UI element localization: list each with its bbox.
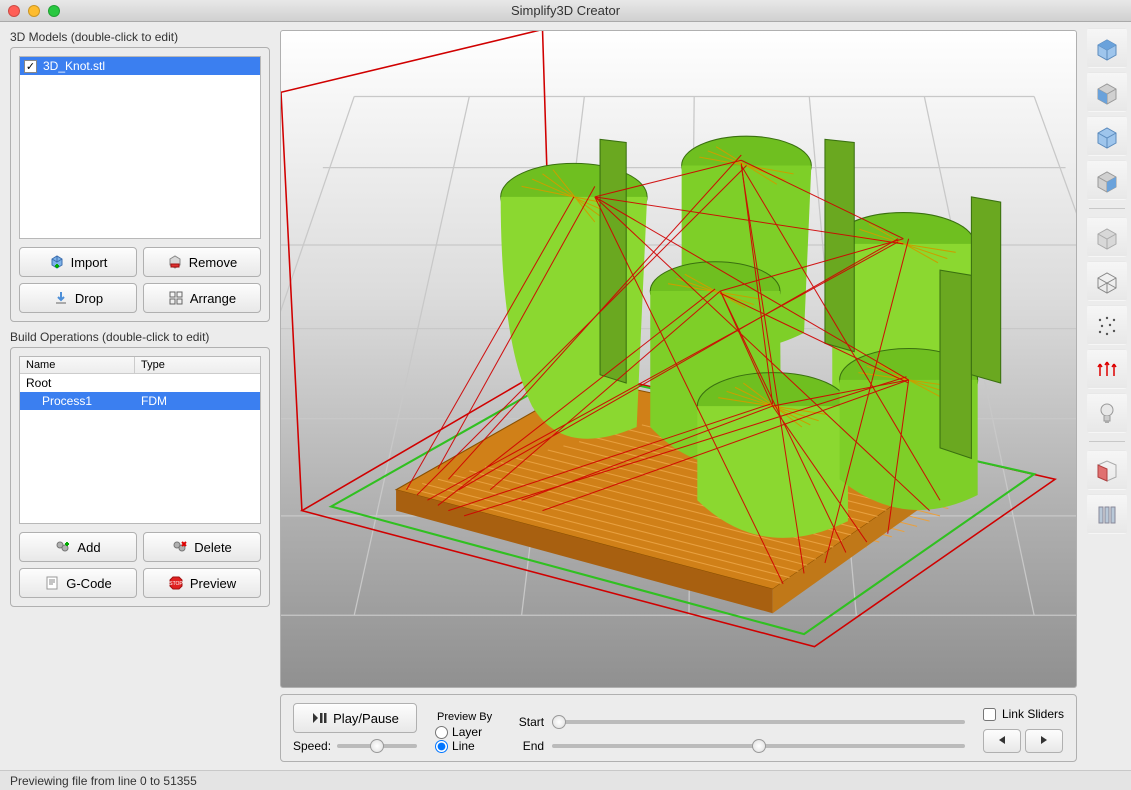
- window-titlebar: Simplify3D Creator: [0, 0, 1131, 22]
- import-icon: [49, 254, 65, 270]
- ops-column-type[interactable]: Type: [135, 357, 260, 373]
- lighting-button[interactable]: [1087, 393, 1127, 433]
- machine-icon: [1092, 499, 1122, 529]
- preview-by-label: Preview By: [437, 711, 492, 723]
- view-solid-icon: [1092, 222, 1122, 252]
- triangle-left-icon: [996, 734, 1008, 749]
- start-label: Start: [510, 715, 544, 729]
- models-listbox[interactable]: ✓ 3D_Knot.stl: [19, 56, 261, 239]
- build-ops-panel-label: Build Operations (double-click to edit): [10, 330, 270, 344]
- models-panel-label: 3D Models (double-click to edit): [10, 30, 270, 44]
- view-solid-button[interactable]: [1087, 217, 1127, 257]
- view-side-button[interactable]: [1087, 160, 1127, 200]
- window-minimize-button[interactable]: [28, 5, 40, 17]
- arrange-icon: [168, 290, 184, 306]
- end-slider[interactable]: [552, 744, 965, 748]
- ops-row-process[interactable]: Process1 FDM: [20, 392, 260, 410]
- drop-icon: [53, 290, 69, 306]
- drop-button[interactable]: Drop: [19, 283, 137, 313]
- status-text: Previewing file from line 0 to 51355: [10, 774, 197, 788]
- status-bar: Previewing file from line 0 to 51355: [0, 770, 1131, 790]
- next-frame-button[interactable]: [1025, 729, 1063, 753]
- model-checkbox[interactable]: ✓: [24, 60, 37, 73]
- link-sliders-checkbox[interactable]: Link Sliders: [983, 707, 1064, 721]
- prev-frame-button[interactable]: [983, 729, 1021, 753]
- add-icon: [55, 539, 71, 555]
- view-wireframe-icon: [1092, 266, 1122, 296]
- speed-label: Speed:: [293, 739, 331, 753]
- add-button[interactable]: Add: [19, 532, 137, 562]
- gcode-button[interactable]: G-Code: [19, 568, 137, 598]
- model-name: 3D_Knot.stl: [43, 59, 105, 73]
- speed-slider[interactable]: [337, 744, 417, 748]
- play-pause-icon: [311, 710, 327, 726]
- model-list-item[interactable]: ✓ 3D_Knot.stl: [20, 57, 260, 75]
- window-title: Simplify3D Creator: [0, 3, 1131, 18]
- ops-row-root[interactable]: Root: [20, 374, 260, 392]
- models-panel: ✓ 3D_Knot.stl Import: [10, 47, 270, 322]
- start-slider[interactable]: [552, 720, 965, 724]
- play-pause-button[interactable]: Play/Pause: [293, 703, 417, 733]
- window-zoom-button[interactable]: [48, 5, 60, 17]
- view-front-button[interactable]: [1087, 72, 1127, 112]
- view-front-icon: [1092, 77, 1122, 107]
- view-iso-icon: [1092, 121, 1122, 151]
- lighting-icon: [1092, 398, 1122, 428]
- view-points-button[interactable]: [1087, 305, 1127, 345]
- view-top-button[interactable]: [1087, 28, 1127, 68]
- remove-icon: [167, 254, 183, 270]
- triangle-right-icon: [1038, 734, 1050, 749]
- view-iso-button[interactable]: [1087, 116, 1127, 156]
- view-side-icon: [1092, 165, 1122, 195]
- window-close-button[interactable]: [8, 5, 20, 17]
- preview-by-line-radio[interactable]: Line: [435, 739, 475, 753]
- import-button[interactable]: Import: [19, 247, 137, 277]
- machine-button[interactable]: [1087, 494, 1127, 534]
- delete-button[interactable]: Delete: [143, 532, 261, 562]
- build-ops-panel: Name Type Root Process1 FDM: [10, 347, 270, 607]
- arrange-button[interactable]: Arrange: [143, 283, 261, 313]
- ops-column-name[interactable]: Name: [20, 357, 135, 373]
- preview-button[interactable]: STOP Preview: [143, 568, 261, 598]
- remove-button[interactable]: Remove: [143, 247, 261, 277]
- view-normals-icon: [1092, 354, 1122, 384]
- stop-icon: STOP: [168, 575, 184, 591]
- preview-by-layer-radio[interactable]: Layer: [435, 725, 482, 739]
- view-points-icon: [1092, 310, 1122, 340]
- gcode-icon: [44, 575, 60, 591]
- svg-text:STOP: STOP: [169, 581, 183, 587]
- view-toolbar: [1083, 22, 1131, 770]
- preview-controls-panel: Play/Pause Speed: Preview By Layer Line: [280, 694, 1077, 762]
- 3d-viewport[interactable]: [280, 30, 1077, 688]
- cross-section-button[interactable]: [1087, 450, 1127, 490]
- cross-section-icon: [1092, 455, 1122, 485]
- view-normals-button[interactable]: [1087, 349, 1127, 389]
- view-wireframe-button[interactable]: [1087, 261, 1127, 301]
- end-label: End: [510, 739, 544, 753]
- view-top-icon: [1092, 33, 1122, 63]
- build-ops-table[interactable]: Name Type Root Process1 FDM: [19, 356, 261, 524]
- delete-icon: [172, 539, 188, 555]
